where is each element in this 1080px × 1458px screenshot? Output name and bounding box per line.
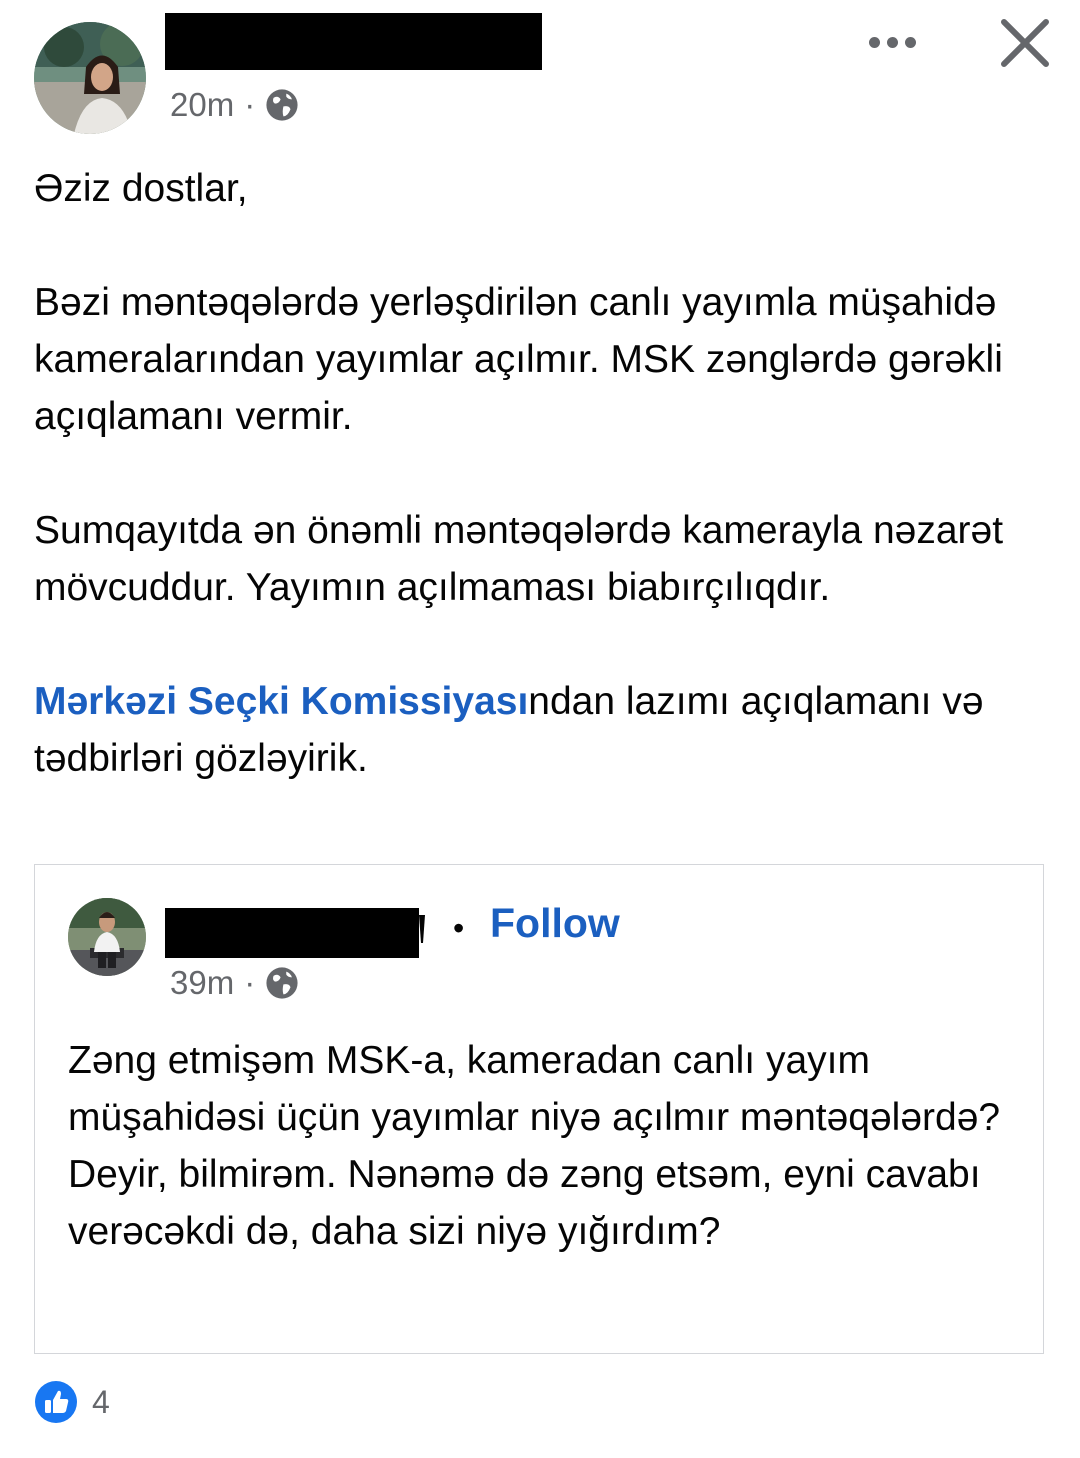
post-timestamp[interactable]: 20m [170, 86, 234, 124]
post-paragraph: Sumqayıtda ən önəmli məntəqələrdə kamera… [34, 509, 1004, 609]
reaction-count: 4 [92, 1383, 110, 1420]
more-options-icon[interactable] [860, 22, 924, 62]
redacted-author-name [165, 13, 542, 70]
like-icon [35, 1381, 77, 1423]
shared-post-body: Zəng etmişəm MSK-a, kameradan canlı yayı… [68, 1039, 1001, 1253]
page-mention-link[interactable]: Mərkəzi Seçki Komissiyası [34, 680, 528, 723]
shared-author-avatar[interactable] [68, 898, 146, 976]
name-fragment [419, 915, 425, 943]
author-avatar[interactable] [34, 22, 146, 134]
shared-post-meta: 39m · [170, 964, 299, 1002]
redacted-shared-author-name [165, 908, 419, 958]
profile-photo [68, 898, 146, 976]
globe-icon [266, 89, 298, 121]
meta-separator: · [244, 964, 256, 1001]
reactions-summary[interactable]: 4 [34, 1380, 110, 1424]
follow-button[interactable]: Follow [490, 900, 620, 947]
post-body: Əziz dostlar, Bəzi məntəqələrdə yerləşdi… [34, 160, 1054, 787]
post-paragraph: Əziz dostlar, [34, 167, 248, 210]
post-meta: 20m · [170, 86, 299, 124]
globe-icon [266, 967, 298, 999]
shared-post-timestamp[interactable]: 39m [170, 964, 234, 1002]
meta-separator: · [244, 86, 256, 123]
post-paragraph: Mərkəzi Seçki Komissiyasından lazımı açı… [34, 673, 1054, 787]
post-paragraph: Bəzi məntəqələrdə yerləşdirilən canlı ya… [34, 281, 1003, 438]
profile-photo [34, 22, 146, 134]
close-icon[interactable] [996, 14, 1054, 72]
follow-dot: • [453, 910, 465, 946]
